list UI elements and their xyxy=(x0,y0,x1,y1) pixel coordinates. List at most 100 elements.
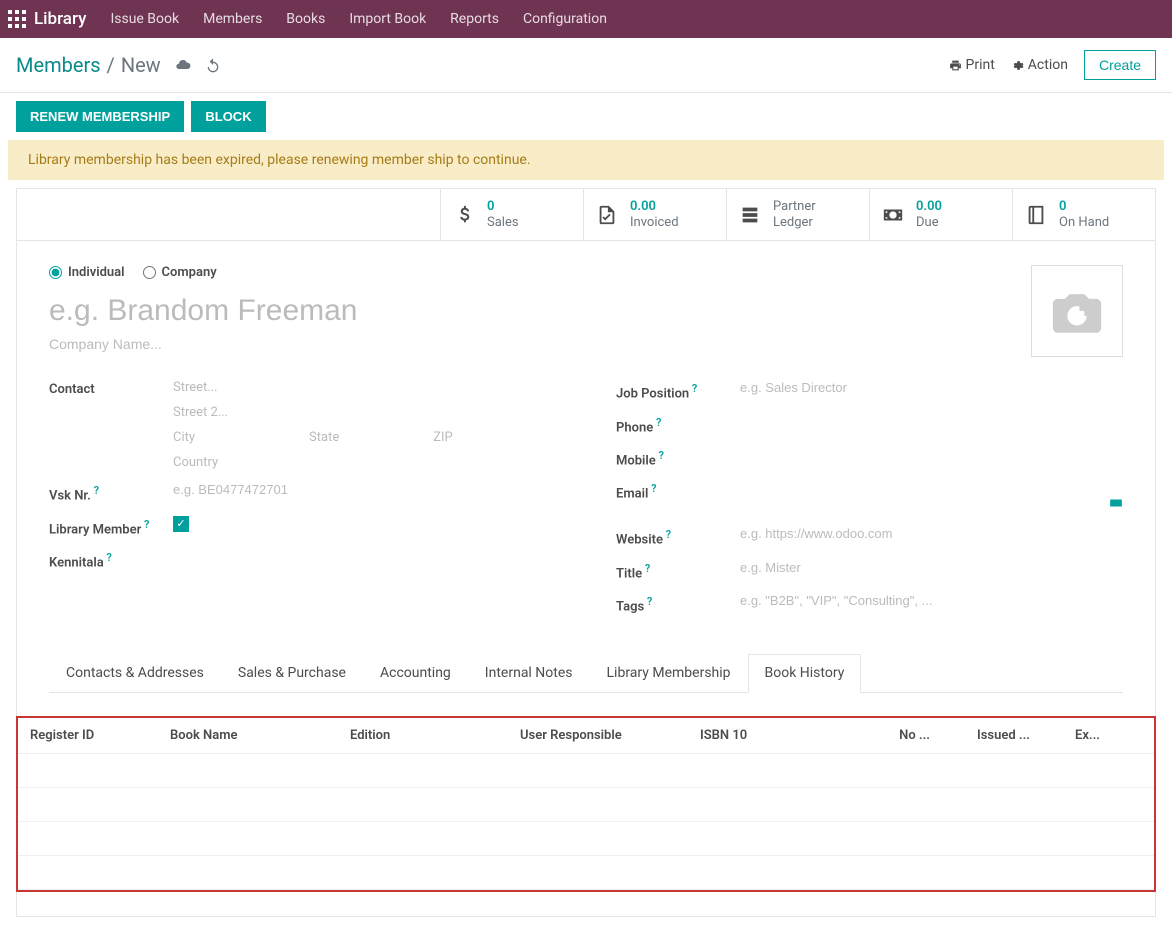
table-header: Register ID Book Name Edition User Respo… xyxy=(18,718,1154,754)
breadcrumb: Members / New xyxy=(16,53,161,77)
mobile-field[interactable] xyxy=(740,447,1123,462)
label-vat: Vsk Nr. ? xyxy=(49,482,173,503)
form-sheet: Individual Company Contact Street... Str… xyxy=(17,241,1155,717)
col-no[interactable]: No ... xyxy=(870,728,930,743)
website-field[interactable] xyxy=(740,526,1123,541)
tab-sales[interactable]: Sales & Purchase xyxy=(221,654,363,692)
image-upload[interactable] xyxy=(1031,265,1123,357)
nav-issue-book[interactable]: Issue Book xyxy=(110,11,179,27)
book-history-table: Register ID Book Name Edition User Respo… xyxy=(16,716,1156,892)
action-label: Action xyxy=(1028,57,1068,73)
tags-field[interactable] xyxy=(740,593,1123,608)
library-member-checkbox[interactable]: ✓ xyxy=(173,516,189,532)
col-book-name[interactable]: Book Name xyxy=(170,728,350,743)
print-icon xyxy=(949,59,962,72)
zip-field[interactable]: ZIP xyxy=(433,430,453,445)
create-button[interactable]: Create xyxy=(1084,50,1156,80)
label-email: Email ? xyxy=(616,480,740,501)
label-job: Job Position ? xyxy=(616,380,740,401)
company-field[interactable] xyxy=(49,336,230,352)
col-register-id[interactable]: Register ID xyxy=(30,728,170,743)
job-field[interactable] xyxy=(740,380,1123,395)
tab-contacts[interactable]: Contacts & Addresses xyxy=(49,654,221,692)
print-label: Print xyxy=(966,57,995,73)
ledger-icon xyxy=(739,204,761,226)
tab-accounting[interactable]: Accounting xyxy=(363,654,468,692)
nav-reports[interactable]: Reports xyxy=(450,11,499,27)
table-row[interactable] xyxy=(18,788,1154,822)
name-field[interactable] xyxy=(49,294,801,328)
phone-field[interactable] xyxy=(740,414,1123,429)
breadcrumb-bar: Members / New Print Action Create xyxy=(0,38,1172,93)
country-field[interactable]: Country xyxy=(173,455,556,470)
invoice-icon xyxy=(596,204,618,226)
compose-email-icon[interactable] xyxy=(1109,496,1123,514)
street2-field[interactable]: Street 2... xyxy=(173,405,556,420)
block-button[interactable]: Block xyxy=(191,101,265,132)
nav-members[interactable]: Members xyxy=(203,11,262,27)
street-field[interactable]: Street... xyxy=(173,380,556,395)
nav-books[interactable]: Books xyxy=(286,11,325,27)
tabs: Contacts & Addresses Sales & Purchase Ac… xyxy=(49,654,1123,693)
label-kennitala: Kennitala ? xyxy=(49,549,173,570)
camera-plus-icon xyxy=(1048,282,1106,340)
money-icon xyxy=(882,204,904,226)
radio-company-label: Company xyxy=(162,265,217,280)
col-isbn[interactable]: ISBN 10 xyxy=(700,728,870,743)
action-menu[interactable]: Action xyxy=(1011,57,1068,73)
radio-individual-label: Individual xyxy=(68,265,125,280)
top-nav: Library Issue Book Members Books Import … xyxy=(0,0,1172,38)
book-icon xyxy=(1025,204,1047,226)
label-tags: Tags ? xyxy=(616,593,740,614)
stat-ledger-l1: Partner xyxy=(773,199,816,215)
kennitala-field[interactable] xyxy=(173,549,556,564)
app-brand[interactable]: Library xyxy=(34,9,86,29)
stat-invoiced-label: Invoiced xyxy=(630,215,679,231)
table-row[interactable] xyxy=(18,754,1154,788)
label-mobile: Mobile ? xyxy=(616,447,740,468)
nav-import-book[interactable]: Import Book xyxy=(349,11,426,27)
col-edition[interactable]: Edition xyxy=(350,728,520,743)
vat-field[interactable] xyxy=(173,482,556,497)
tab-book-history[interactable]: Book History xyxy=(748,654,862,693)
stat-due-label: Due xyxy=(916,215,942,231)
apps-icon[interactable] xyxy=(8,10,26,28)
stat-sales-label: Sales xyxy=(487,215,519,231)
stat-sales[interactable]: 0Sales xyxy=(440,189,583,240)
title-field[interactable] xyxy=(740,560,1123,575)
city-field[interactable]: City xyxy=(173,430,195,445)
dollar-icon xyxy=(453,204,475,226)
form-view: 0Sales 0.00Invoiced PartnerLedger 0.00Du… xyxy=(16,188,1156,917)
state-field[interactable]: State xyxy=(309,430,339,445)
stat-invoiced-value: 0.00 xyxy=(630,199,679,215)
stat-due[interactable]: 0.00Due xyxy=(869,189,1012,240)
table-row[interactable] xyxy=(18,822,1154,856)
stat-onhand-label: On Hand xyxy=(1059,215,1109,231)
action-button-row: Renew Membership Block xyxy=(0,93,1172,140)
discard-icon[interactable] xyxy=(205,57,221,73)
stat-invoiced[interactable]: 0.00Invoiced xyxy=(583,189,726,240)
label-title: Title ? xyxy=(616,560,740,581)
tab-notes[interactable]: Internal Notes xyxy=(468,654,590,692)
gear-icon xyxy=(1011,59,1024,72)
stat-onhand[interactable]: 0On Hand xyxy=(1012,189,1155,240)
breadcrumb-sep: / xyxy=(107,53,115,77)
label-member: Library Member ? xyxy=(49,516,173,537)
renew-membership-button[interactable]: Renew Membership xyxy=(16,101,184,132)
alert-banner: Library membership has been expired, ple… xyxy=(8,140,1164,180)
stat-ledger[interactable]: PartnerLedger xyxy=(726,189,869,240)
label-phone: Phone ? xyxy=(616,414,740,435)
table-row[interactable] xyxy=(18,856,1154,890)
col-issued[interactable]: Issued ... xyxy=(940,728,1030,743)
email-field[interactable] xyxy=(740,480,1123,495)
print-action[interactable]: Print xyxy=(949,57,995,73)
label-contact: Contact xyxy=(49,380,173,397)
col-ex[interactable]: Ex... xyxy=(1040,728,1100,743)
breadcrumb-members[interactable]: Members xyxy=(16,53,101,77)
col-user[interactable]: User Responsible xyxy=(520,728,700,743)
radio-company[interactable]: Company xyxy=(143,265,217,280)
nav-configuration[interactable]: Configuration xyxy=(523,11,607,27)
radio-individual[interactable]: Individual xyxy=(49,265,125,280)
cloud-icon[interactable] xyxy=(175,57,191,73)
tab-membership[interactable]: Library Membership xyxy=(590,654,748,692)
